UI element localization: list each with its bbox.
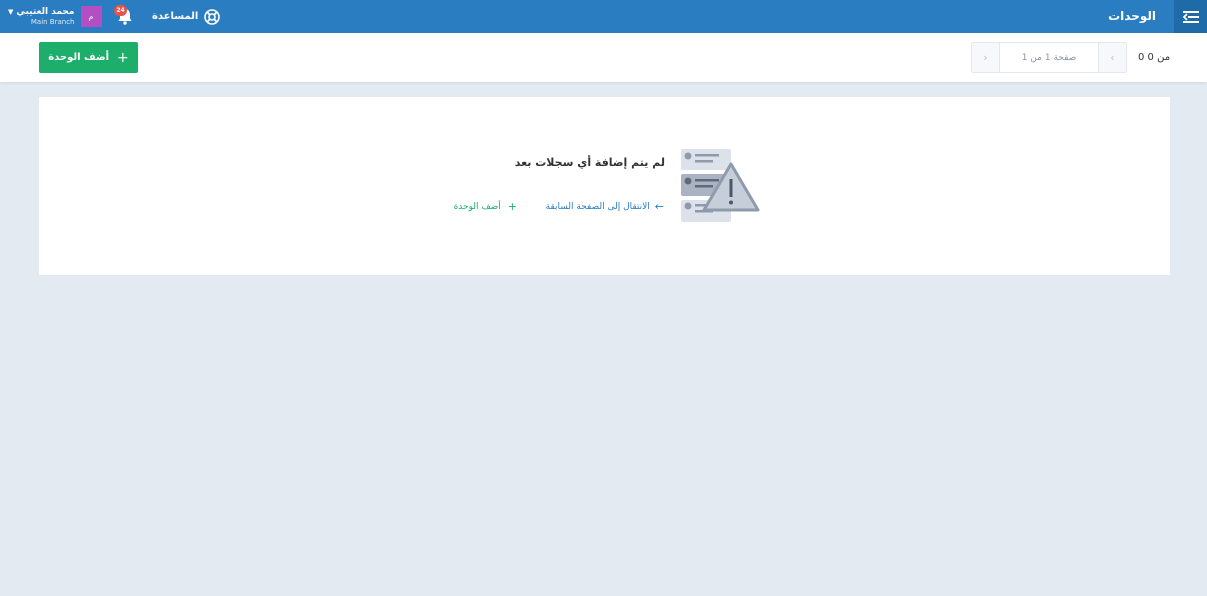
user-branch: Main Branch (30, 18, 75, 26)
help-label: المساعدة (152, 11, 199, 22)
add-unit-button-label: أضف الوحدة (48, 52, 110, 63)
menu-collapse-icon (1182, 10, 1199, 23)
go-back-label: الانتقال إلى الصفحة السابقة (545, 201, 650, 212)
add-unit-button[interactable]: أضف الوحدة + (39, 42, 138, 73)
user-menu[interactable]: ▼ محمد العتيبي Main Branch م (8, 4, 102, 29)
empty-state-title: لم يتم إضافة أي سجلات بعد (514, 156, 665, 169)
arrow-left-icon: ← (654, 200, 664, 213)
add-unit-link-label: أضف الوحدة (453, 201, 501, 212)
page-input[interactable]: صفحة 1 من 1 (999, 43, 1099, 72)
chevron-right-icon: › (983, 51, 988, 64)
user-name: محمد العتيبي (16, 7, 75, 17)
lifebuoy-icon (204, 8, 221, 25)
menu-toggle-button[interactable] (1174, 0, 1207, 33)
plus-icon: + (507, 200, 517, 213)
notifications-button[interactable]: 24 (114, 5, 136, 27)
toolbar: أضف الوحدة + › صفحة 1 من 1 ‹ (0, 33, 1207, 82)
pagination: › صفحة 1 من 1 ‹ (971, 42, 1127, 73)
avatar: م (80, 6, 102, 27)
caret-down-icon: ▼ (8, 8, 14, 16)
plus-icon: + (117, 49, 129, 66)
user-name-row: ▼ محمد العتيبي (8, 6, 75, 18)
server-warning-icon (681, 149, 760, 222)
notification-count-badge: 24 (114, 5, 127, 16)
chevron-left-icon: ‹ (1110, 51, 1115, 64)
top-navbar: الوحدات المساعدة 24 ▼ محمد العتيبي Main … (0, 0, 1207, 33)
content-panel: لم يتم إضافة أي سجلات بعد الانتقال إلى ا… (39, 97, 1170, 275)
record-count: 0 من 0 (1138, 52, 1171, 63)
user-info: ▼ محمد العتيبي Main Branch (8, 6, 75, 27)
go-back-link[interactable]: الانتقال إلى الصفحة السابقة ← (546, 201, 664, 212)
prev-page-button[interactable]: ‹ (1099, 43, 1126, 72)
help-link[interactable]: المساعدة (152, 6, 221, 27)
next-page-button[interactable]: › (972, 43, 999, 72)
add-unit-link[interactable]: أضف الوحدة + (454, 201, 517, 212)
page-title: الوحدات (1108, 9, 1156, 23)
